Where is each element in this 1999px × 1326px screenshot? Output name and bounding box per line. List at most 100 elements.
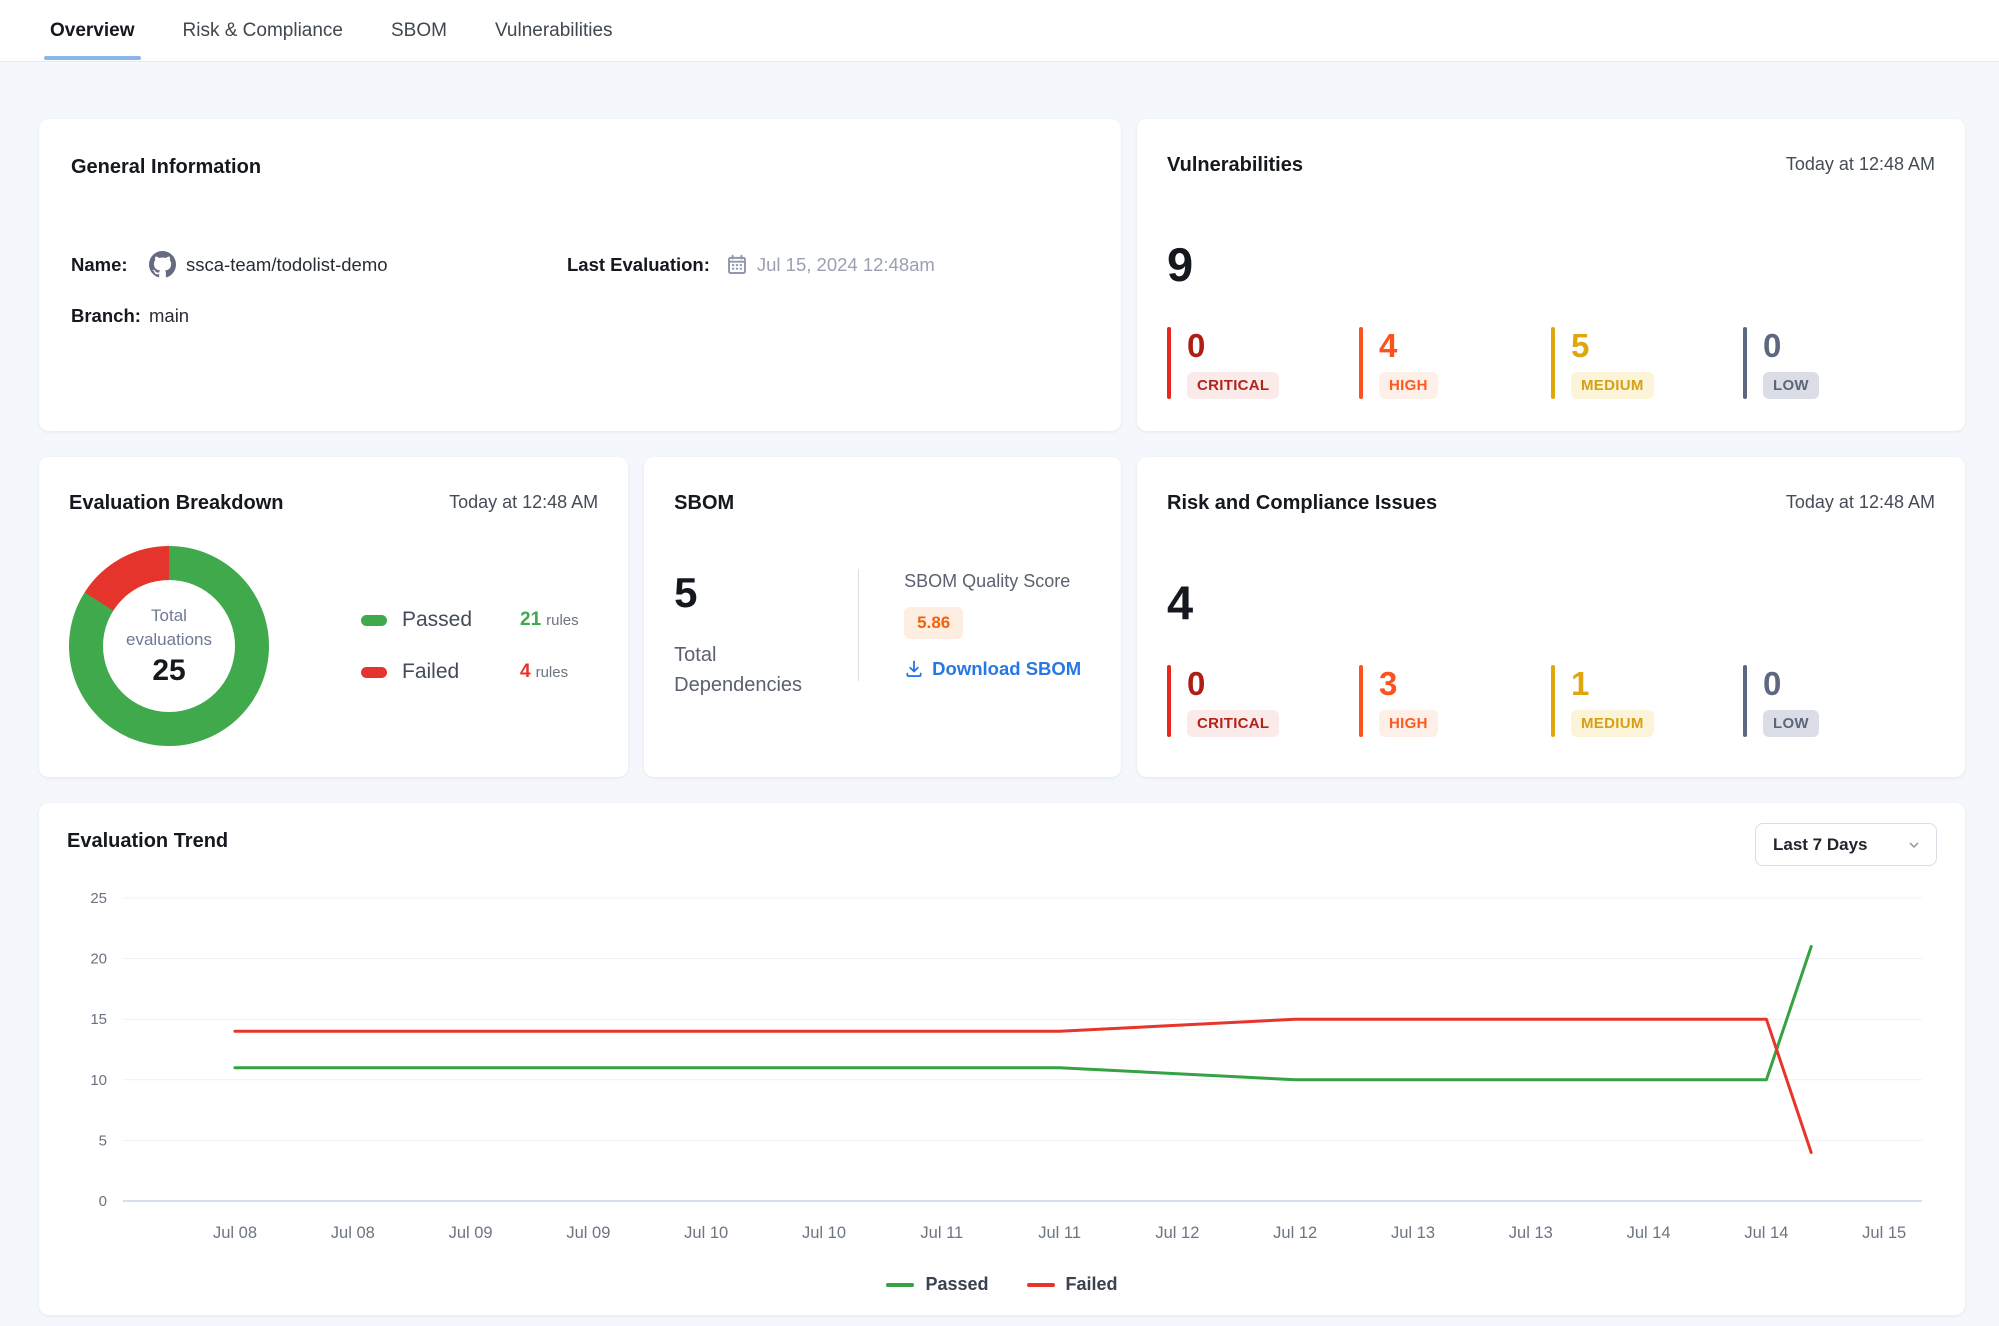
severity-critical: 0 CRITICAL — [1167, 327, 1359, 399]
passed-label: Passed — [402, 608, 520, 632]
svg-text:Jul 12: Jul 12 — [1155, 1224, 1199, 1242]
evaluation-breakdown-card: Evaluation Breakdown Today at 12:48 AM T… — [39, 457, 628, 777]
quality-score-badge: 5.86 — [904, 607, 963, 639]
passed-pill-icon — [361, 615, 387, 626]
svg-text:Jul 14: Jul 14 — [1627, 1224, 1671, 1242]
name-label: Name: — [71, 254, 149, 276]
high-badge: HIGH — [1379, 372, 1438, 399]
tab-sbom[interactable]: SBOM — [389, 0, 449, 62]
trend-legend-failed: Failed — [1027, 1274, 1118, 1295]
overview-page: General Information Name: ssca-team/todo… — [0, 62, 1999, 1315]
severity-bar — [1359, 327, 1363, 399]
svg-text:Jul 09: Jul 09 — [566, 1224, 610, 1242]
failed-line-icon — [1027, 1283, 1055, 1287]
tab-overview[interactable]: Overview — [48, 0, 137, 62]
evaluation-trend-title: Evaluation Trend — [67, 829, 228, 853]
trend-legend: Passed Failed — [67, 1274, 1937, 1295]
chevron-down-icon — [1906, 837, 1922, 853]
svg-text:Jul 15: Jul 15 — [1862, 1224, 1906, 1242]
donut-label: Total evaluations — [117, 604, 221, 652]
svg-text:Jul 14: Jul 14 — [1744, 1224, 1788, 1242]
failed-count: 4 — [520, 661, 531, 683]
trend-passed-label: Passed — [925, 1274, 988, 1295]
severity-bar — [1743, 327, 1747, 399]
passed-count: 21 — [520, 609, 541, 631]
failed-pill-icon — [361, 667, 387, 678]
vulnerabilities-timestamp: Today at 12:48 AM — [1786, 153, 1935, 175]
severity-medium: 5 MEDIUM — [1551, 327, 1743, 399]
tab-bar: Overview Risk & Compliance SBOM Vulnerab… — [0, 0, 1999, 62]
high-badge: HIGH — [1379, 710, 1438, 737]
low-badge: LOW — [1763, 372, 1819, 399]
svg-text:Jul 08: Jul 08 — [213, 1224, 257, 1242]
download-sbom-label: Download SBOM — [932, 658, 1081, 680]
breakdown-legend: Passed 21 rules Failed 4 rules — [361, 608, 579, 684]
trend-failed-label: Failed — [1066, 1274, 1118, 1295]
passed-line-icon — [886, 1283, 914, 1287]
dependency-label: Total Dependencies — [674, 640, 824, 700]
date-range-value: Last 7 Days — [1773, 835, 1868, 855]
risk-compliance-timestamp: Today at 12:48 AM — [1786, 491, 1935, 513]
svg-text:Jul 13: Jul 13 — [1509, 1224, 1553, 1242]
severity-critical: 0 CRITICAL — [1167, 665, 1359, 737]
failed-unit: rules — [536, 664, 569, 681]
divider — [858, 569, 859, 681]
legend-row-passed: Passed 21 rules — [361, 608, 579, 632]
donut-total: 25 — [152, 654, 185, 688]
download-sbom-link[interactable]: Download SBOM — [904, 658, 1081, 680]
vulnerabilities-severity-row: 0 CRITICAL 4 HIGH 5 MEDIUM — [1167, 327, 1935, 399]
vulnerabilities-title: Vulnerabilities — [1167, 153, 1303, 177]
svg-text:20: 20 — [90, 951, 107, 968]
repo-name-value: ssca-team/todolist-demo — [186, 254, 388, 276]
svg-text:Jul 11: Jul 11 — [1038, 1224, 1081, 1242]
evaluations-donut-chart: Total evaluations 25 — [69, 546, 269, 746]
general-information-card: General Information Name: ssca-team/todo… — [39, 119, 1121, 431]
trend-chart: 0510152025Jul 08Jul 08Jul 09Jul 09Jul 10… — [67, 878, 1937, 1270]
severity-high: 3 HIGH — [1359, 665, 1551, 737]
low-badge: LOW — [1763, 710, 1819, 737]
svg-text:Jul 12: Jul 12 — [1273, 1224, 1317, 1242]
svg-text:Jul 13: Jul 13 — [1391, 1224, 1435, 1242]
download-icon — [904, 659, 924, 679]
vulnerabilities-card: Vulnerabilities Today at 12:48 AM 9 0 CR… — [1137, 119, 1965, 431]
severity-bar — [1551, 327, 1555, 399]
medium-count: 1 — [1571, 666, 1654, 702]
risk-severity-row: 0 CRITICAL 3 HIGH 1 MEDIUM — [1167, 665, 1935, 737]
svg-text:15: 15 — [90, 1011, 107, 1028]
passed-unit: rules — [546, 612, 579, 629]
sbom-card: SBOM 5 Total Dependencies SBOM Quality S… — [644, 457, 1121, 777]
branch-value: main — [149, 305, 189, 327]
evaluation-breakdown-timestamp: Today at 12:48 AM — [449, 491, 598, 513]
svg-text:0: 0 — [99, 1193, 107, 1210]
severity-bar — [1743, 665, 1747, 737]
tab-risk-compliance[interactable]: Risk & Compliance — [181, 0, 346, 62]
critical-count: 0 — [1187, 666, 1279, 702]
risk-compliance-title: Risk and Compliance Issues — [1167, 491, 1437, 515]
svg-text:10: 10 — [90, 1072, 107, 1089]
low-count: 0 — [1763, 328, 1819, 364]
failed-label: Failed — [402, 660, 520, 684]
evaluation-trend-card: Evaluation Trend Last 7 Days 0510152025J… — [39, 803, 1965, 1315]
severity-low: 0 LOW — [1743, 665, 1935, 737]
quality-score-label: SBOM Quality Score — [904, 571, 1081, 592]
date-range-select[interactable]: Last 7 Days — [1755, 823, 1937, 866]
severity-bar — [1167, 327, 1171, 399]
risk-compliance-total: 4 — [1167, 579, 1935, 627]
tab-vulnerabilities[interactable]: Vulnerabilities — [493, 0, 615, 62]
critical-count: 0 — [1187, 328, 1279, 364]
evaluation-breakdown-title: Evaluation Breakdown — [69, 491, 284, 515]
severity-bar — [1167, 665, 1171, 737]
svg-text:Jul 08: Jul 08 — [331, 1224, 375, 1242]
critical-badge: CRITICAL — [1187, 372, 1279, 399]
medium-count: 5 — [1571, 328, 1654, 364]
legend-row-failed: Failed 4 rules — [361, 660, 579, 684]
branch-label: Branch: — [71, 305, 149, 327]
severity-high: 4 HIGH — [1359, 327, 1551, 399]
low-count: 0 — [1763, 666, 1819, 702]
medium-badge: MEDIUM — [1571, 372, 1654, 399]
severity-bar — [1551, 665, 1555, 737]
last-evaluation-value: Jul 15, 2024 12:48am — [757, 254, 935, 276]
severity-medium: 1 MEDIUM — [1551, 665, 1743, 737]
svg-text:Jul 11: Jul 11 — [920, 1224, 963, 1242]
svg-text:5: 5 — [99, 1132, 107, 1149]
